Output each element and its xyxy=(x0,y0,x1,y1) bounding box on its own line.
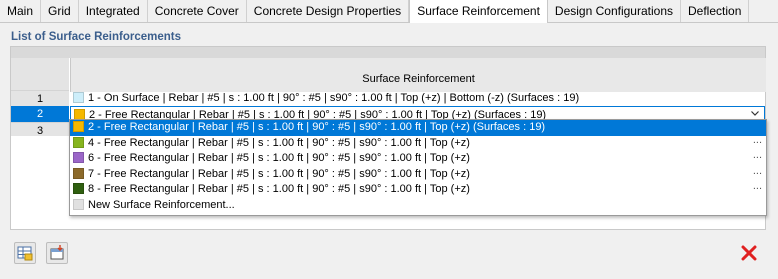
dropdown-option[interactable]: 6 - Free Rectangular | Rebar | #5 | s : … xyxy=(70,148,766,167)
tab-concrete-design-properties[interactable]: Concrete Design Properties xyxy=(247,0,410,22)
row-1-text: 1 - On Surface | Rebar | #5 | s : 1.00 f… xyxy=(88,92,580,104)
dropdown-option[interactable]: 8 - Free Rectangular | Rebar | #5 | s : … xyxy=(70,179,766,198)
import-button[interactable] xyxy=(46,242,68,264)
tab-main[interactable]: Main xyxy=(0,0,42,22)
row-number-1[interactable]: 1 xyxy=(11,90,69,106)
table-top-band xyxy=(11,47,765,58)
more-options-icon[interactable]: ... xyxy=(753,133,762,149)
option-label: New Surface Reinforcement... xyxy=(88,198,235,211)
color-swatch xyxy=(73,167,84,179)
tab-concrete-cover[interactable]: Concrete Cover xyxy=(148,0,247,22)
tab-integrated[interactable]: Integrated xyxy=(79,0,148,22)
table-row-1-cell[interactable]: 1 - On Surface | Rebar | #5 | s : 1.00 f… xyxy=(70,90,765,106)
color-swatch xyxy=(73,136,84,148)
reinforcement-dropdown-list: 2 - Free Rectangular | Rebar | #5 | s : … xyxy=(69,119,767,216)
section-title: List of Surface Reinforcements xyxy=(11,31,181,43)
close-icon[interactable] xyxy=(740,244,758,262)
color-swatch xyxy=(73,121,84,132)
grid-table-icon xyxy=(15,246,35,266)
new-surface-reinforcement-option[interactable]: New Surface Reinforcement... xyxy=(70,198,766,214)
tab-deflection[interactable]: Deflection xyxy=(681,0,750,22)
color-swatch xyxy=(73,183,84,195)
column-header-label: Surface Reinforcement xyxy=(362,73,475,85)
option-label: 7 - Free Rectangular | Rebar | #5 | s : … xyxy=(88,167,470,180)
option-label: 2 - Free Rectangular | Rebar | #5 | s : … xyxy=(88,121,546,133)
dropdown-option[interactable]: 4 - Free Rectangular | Rebar | #5 | s : … xyxy=(70,133,766,152)
row-number-3[interactable]: 3 xyxy=(11,122,69,138)
more-options-icon[interactable]: ... xyxy=(753,179,762,195)
more-options-icon[interactable]: ... xyxy=(753,148,762,164)
tab-design-configurations[interactable]: Design Configurations xyxy=(548,0,681,22)
column-header: Surface Reinforcement xyxy=(70,58,766,92)
option-label: 8 - Free Rectangular | Rebar | #5 | s : … xyxy=(88,183,470,196)
import-icon xyxy=(47,245,67,266)
color-swatch xyxy=(73,152,84,164)
row-number-2[interactable]: 2 xyxy=(11,106,69,122)
color-swatch xyxy=(73,92,84,103)
tab-strip: Main Grid Integrated Concrete Cover Conc… xyxy=(0,0,778,23)
color-swatch xyxy=(73,198,84,210)
dropdown-option[interactable]: 7 - Free Rectangular | Rebar | #5 | s : … xyxy=(70,164,766,183)
grid-table-button[interactable] xyxy=(14,242,36,264)
dropdown-option[interactable]: 2 - Free Rectangular | Rebar | #5 | s : … xyxy=(70,120,766,136)
tab-grid[interactable]: Grid xyxy=(41,0,79,22)
tab-surface-reinforcement[interactable]: Surface Reinforcement xyxy=(409,0,548,23)
more-options-icon[interactable]: ... xyxy=(753,164,762,180)
option-label: 4 - Free Rectangular | Rebar | #5 | s : … xyxy=(88,136,470,149)
option-label: 6 - Free Rectangular | Rebar | #5 | s : … xyxy=(88,152,470,165)
